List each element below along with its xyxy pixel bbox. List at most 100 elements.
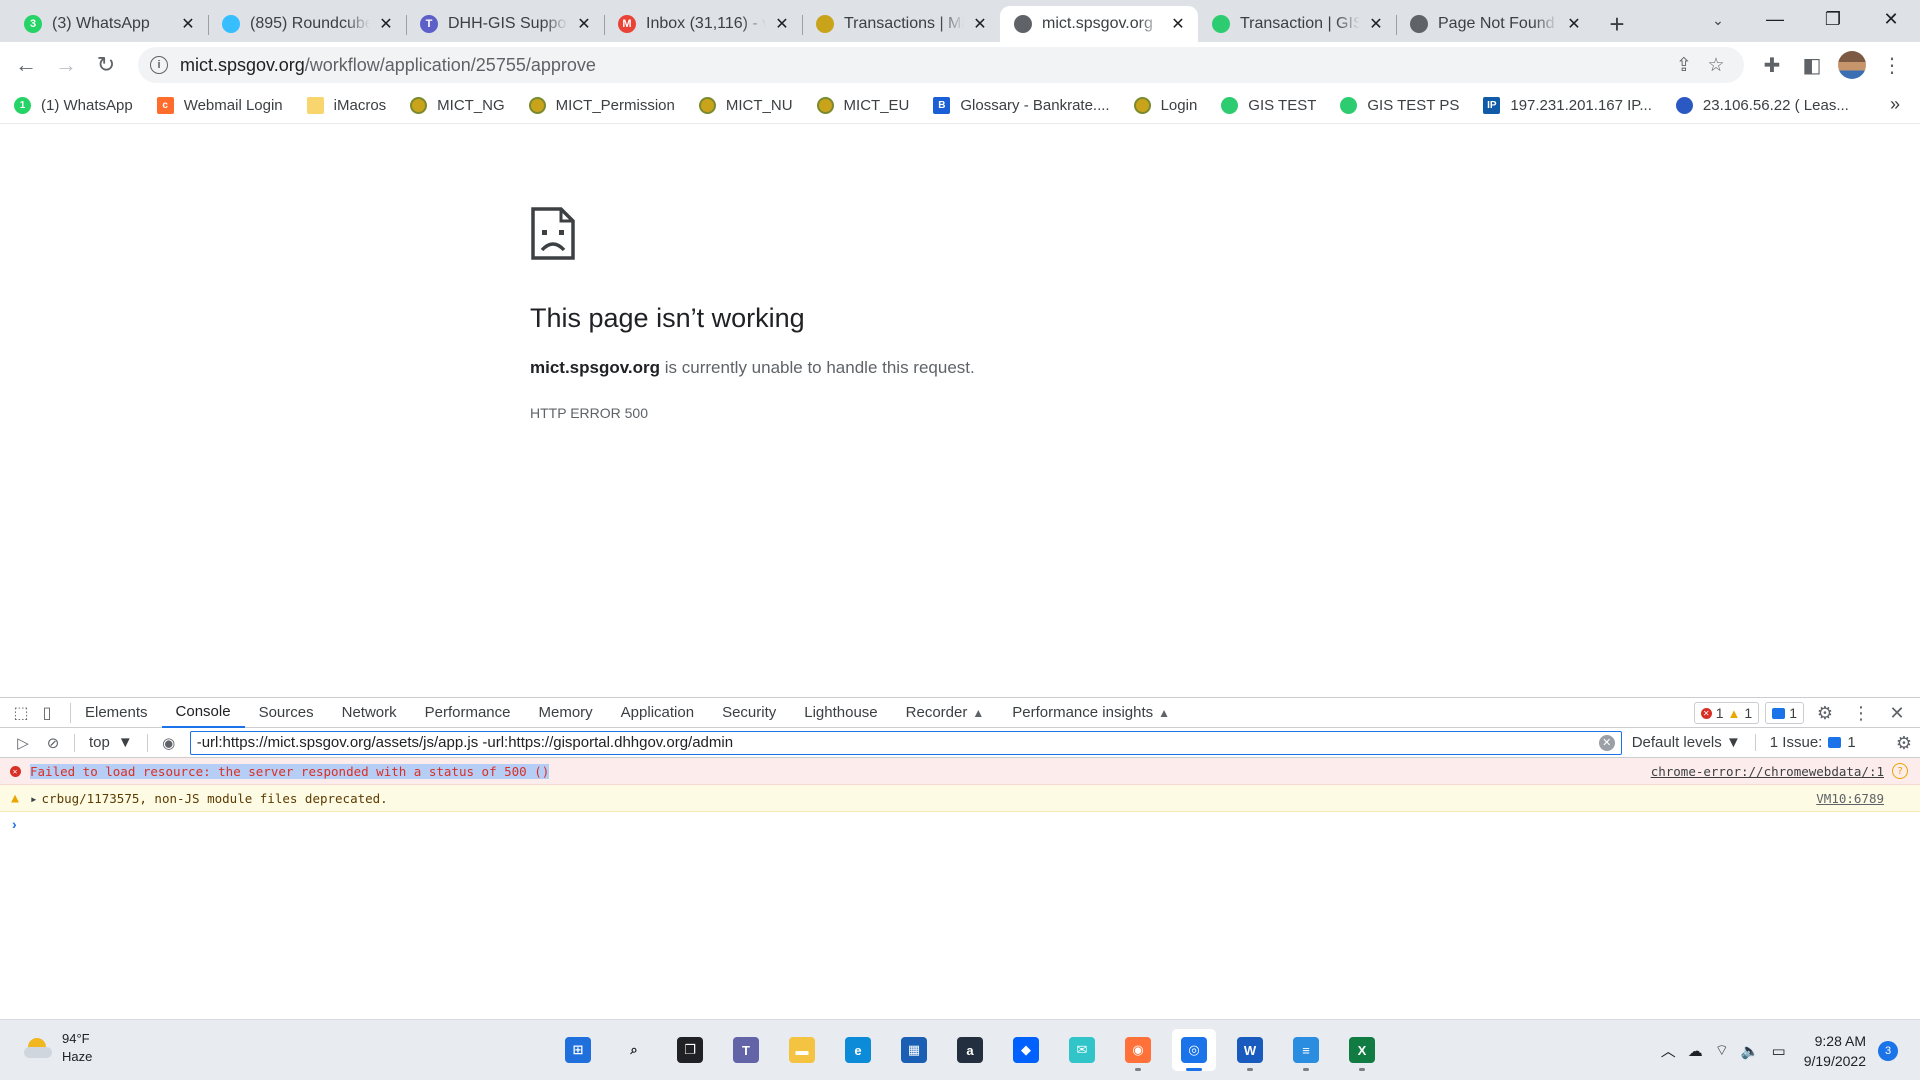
devtools-tab[interactable]: Recorder ▲ <box>892 698 999 728</box>
taskbar-app-search[interactable]: ⌕ <box>612 1029 656 1071</box>
messages-counter[interactable]: 1 <box>1765 702 1804 724</box>
console-settings-icon[interactable]: ⚙ <box>1896 733 1912 754</box>
bookmark-item[interactable]: 23.106.56.22 ( Leas... <box>1675 97 1849 114</box>
extensions-icon[interactable]: ✚ <box>1752 47 1792 83</box>
sidebar-toggle-icon[interactable]: ▷ <box>8 734 38 752</box>
forward-button[interactable]: → <box>48 47 84 83</box>
devtools-tab[interactable]: Performance insights ▲ <box>998 698 1184 728</box>
taskbar-app-store[interactable]: ▦ <box>892 1029 936 1071</box>
close-window-button[interactable]: ✕ <box>1862 0 1920 38</box>
bookmark-item[interactable]: GIS TEST <box>1221 97 1316 114</box>
tab-close-icon[interactable]: ✕ <box>574 14 594 34</box>
bookmark-star-icon[interactable]: ☆ <box>1700 54 1732 77</box>
console-source-link[interactable]: VM10:6789 <box>1816 791 1884 806</box>
taskbar-app-excel[interactable]: X <box>1340 1029 1384 1071</box>
error-warning-counter[interactable]: ✕ 1 ▲ 1 <box>1693 702 1760 724</box>
share-icon[interactable]: ⇪ <box>1668 54 1700 77</box>
log-levels-dropdown[interactable]: Default levels ▼ <box>1632 734 1741 751</box>
devtools-tab[interactable]: Performance <box>411 698 525 728</box>
bookmark-item[interactable]: MICT_NU <box>698 97 793 114</box>
devtools-tab[interactable]: Security <box>708 698 790 728</box>
battery-icon[interactable]: ▭ <box>1772 1042 1786 1060</box>
tab-close-icon[interactable]: ✕ <box>970 14 990 34</box>
taskbar-app-dropbox[interactable]: ◆ <box>1004 1029 1048 1071</box>
bookmark-item[interactable]: iMacros <box>306 97 386 114</box>
tab-close-icon[interactable]: ✕ <box>1564 14 1584 34</box>
browser-tab[interactable]: M Inbox (31,116) - v ✕ <box>604 6 802 42</box>
bookmark-item[interactable]: MICT_NG <box>410 97 505 114</box>
console-filter-input[interactable]: -url:https://mict.spsgov.org/assets/js/a… <box>189 730 1622 755</box>
live-expression-eye-icon[interactable]: ◉ <box>154 734 184 752</box>
devtools-tab[interactable]: Network <box>328 698 411 728</box>
devtools-close-icon[interactable]: ✕ <box>1882 703 1912 724</box>
taskbar-app-task-view[interactable]: ❐ <box>668 1029 712 1071</box>
bookmark-item[interactable]: MICT_Permission <box>528 97 675 114</box>
browser-tab[interactable]: 3 (3) WhatsApp ✕ <box>10 6 208 42</box>
devtools-menu-kebab-icon[interactable]: ⋮ <box>1846 703 1876 724</box>
chevron-up-icon[interactable]: ︿ <box>1661 1040 1676 1061</box>
device-toolbar-icon[interactable]: ▯ <box>34 703 60 723</box>
browser-tab[interactable]: (895) Roundcube ✕ <box>208 6 406 42</box>
clear-console-icon[interactable]: ⊘ <box>38 734 68 752</box>
tab-search-button[interactable]: ⌄ <box>1700 6 1736 34</box>
devtools-tab[interactable]: Console <box>161 698 245 728</box>
volume-icon[interactable]: 🔈 <box>1741 1042 1760 1060</box>
browser-tab[interactable]: Transaction | GIS ✕ <box>1198 6 1396 42</box>
side-panel-icon[interactable]: ◧ <box>1792 47 1832 83</box>
weather-widget[interactable]: 94°F Haze <box>24 1030 92 1066</box>
taskbar-app-amazon[interactable]: a <box>948 1029 992 1071</box>
devtools-tab[interactable]: Lighthouse <box>790 698 891 728</box>
taskbar-app-notepad[interactable]: ≡ <box>1284 1029 1328 1071</box>
tab-close-icon[interactable]: ✕ <box>178 14 198 34</box>
search-in-web-icon[interactable]: ? <box>1892 763 1908 779</box>
bookmarks-overflow-button[interactable]: » <box>1890 94 1900 115</box>
site-info-icon[interactable]: i <box>150 56 168 74</box>
context-selector[interactable]: top ▼ <box>81 734 141 751</box>
bookmark-item[interactable]: IP 197.231.201.167 IP... <box>1483 97 1652 114</box>
console-prompt[interactable]: › <box>0 812 1920 836</box>
clock[interactable]: 9:28 AM 9/19/2022 <box>1804 1031 1866 1071</box>
tab-close-icon[interactable]: ✕ <box>1366 14 1386 34</box>
devtools-tab[interactable]: Memory <box>525 698 607 728</box>
bookmark-item[interactable]: Login <box>1133 97 1197 114</box>
reload-button[interactable]: ↻ <box>88 47 124 83</box>
devtools-tab[interactable]: Sources <box>245 698 328 728</box>
profile-avatar[interactable] <box>1838 51 1866 79</box>
issues-button[interactable]: 1 Issue: 1 <box>1754 734 1856 751</box>
notification-badge[interactable]: 3 <box>1878 1040 1898 1061</box>
taskbar-app-edge[interactable]: e <box>836 1029 880 1071</box>
taskbar-app-mail[interactable]: ✉ <box>1060 1029 1104 1071</box>
clear-filter-icon[interactable]: ✕ <box>1598 734 1615 751</box>
browser-tab[interactable]: Transactions | Mi ✕ <box>802 6 1000 42</box>
taskbar-app-file-explorer[interactable]: ▬ <box>780 1029 824 1071</box>
taskbar-app-chrome[interactable]: ◎ <box>1172 1029 1216 1071</box>
taskbar-app-word[interactable]: W <box>1228 1029 1272 1071</box>
minimize-button[interactable]: — <box>1746 0 1804 38</box>
back-button[interactable]: ← <box>8 47 44 83</box>
inspect-element-icon[interactable]: ⬚ <box>8 703 34 723</box>
devtools-settings-icon[interactable]: ⚙ <box>1810 703 1840 724</box>
tab-close-icon[interactable]: ✕ <box>1168 14 1188 34</box>
console-source-link[interactable]: chrome-error://chromewebdata/:1 <box>1651 764 1884 779</box>
browser-tab[interactable]: Page Not Found ✕ <box>1396 6 1594 42</box>
browser-tab[interactable]: mict.spsgov.org ✕ <box>1000 6 1198 42</box>
new-tab-button[interactable]: + <box>1594 6 1640 42</box>
taskbar-app-start[interactable]: ⊞ <box>556 1029 600 1071</box>
bookmark-item[interactable]: 1 (1) WhatsApp <box>14 97 133 114</box>
menu-kebab-icon[interactable]: ⋮ <box>1872 47 1912 83</box>
bookmark-item[interactable]: GIS TEST PS <box>1340 97 1459 114</box>
address-url[interactable]: mict.spsgov.org/workflow/application/257… <box>180 55 1668 76</box>
browser-tab[interactable]: T DHH-GIS Support ✕ <box>406 6 604 42</box>
devtools-tab[interactable]: Elements <box>71 698 162 728</box>
wifi-icon[interactable]: ⌔ <box>1715 1041 1729 1060</box>
tab-close-icon[interactable]: ✕ <box>376 14 396 34</box>
restore-button[interactable]: ❐ <box>1804 0 1862 38</box>
filter-text[interactable]: -url:https://mict.spsgov.org/assets/js/a… <box>197 734 1599 751</box>
taskbar-app-firefox[interactable]: ◉ <box>1116 1029 1160 1071</box>
bookmark-item[interactable]: MICT_EU <box>816 97 909 114</box>
console-message[interactable]: ✕ Failed to load resource: the server res… <box>0 758 1920 785</box>
expand-arrow-icon[interactable]: ▸ <box>30 791 38 806</box>
console-message[interactable]: ▲ ▸ crbug/1173575, non-JS module files dep… <box>0 785 1920 812</box>
bookmark-item[interactable]: B Glossary - Bankrate.... <box>933 97 1110 114</box>
devtools-tab[interactable]: Application <box>607 698 708 728</box>
